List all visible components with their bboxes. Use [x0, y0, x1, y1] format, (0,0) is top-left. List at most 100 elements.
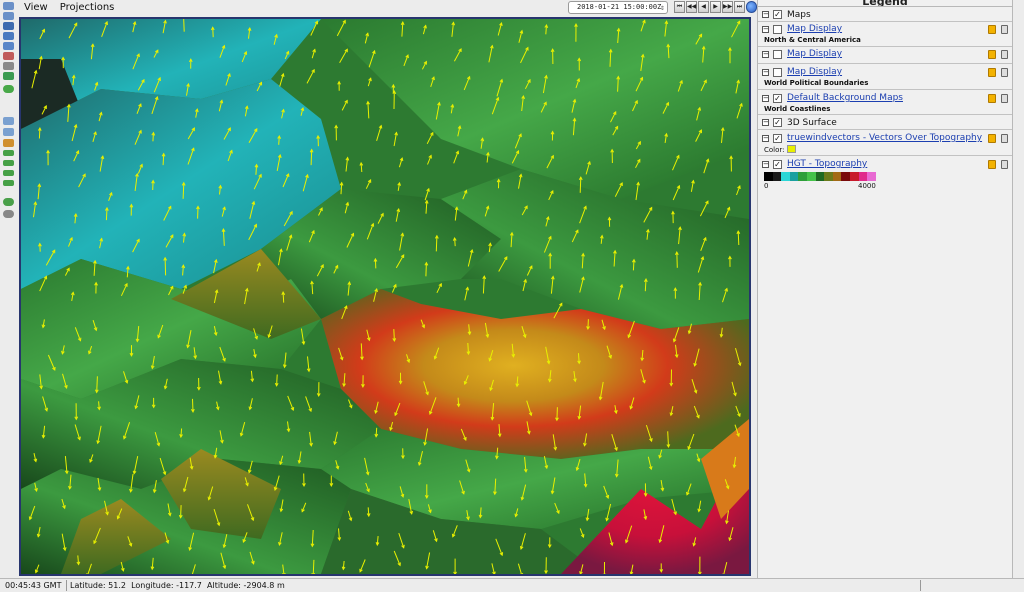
arrow-up-icon[interactable] [3, 150, 14, 156]
latitude-label: Latitude: [70, 581, 106, 590]
group-maps-label: Maps [787, 10, 811, 20]
menu-view[interactable]: View [18, 0, 54, 16]
reset-icon[interactable] [3, 117, 14, 125]
collapse-icon[interactable]: − [762, 69, 769, 76]
undo-icon[interactable] [3, 128, 14, 136]
refresh-icon[interactable] [3, 85, 14, 93]
last-frame-button[interactable]: ⏭ [734, 1, 745, 13]
home-icon[interactable] [3, 32, 14, 40]
trash-icon[interactable] [1001, 50, 1008, 59]
layer-name-link[interactable]: Map Display [787, 24, 842, 34]
wind-vector-arrow [676, 252, 678, 268]
layer-sublabel: World Coastlines [764, 105, 831, 113]
arrow-right-icon[interactable] [3, 160, 14, 166]
layer-name-link[interactable]: HGT - Topography [787, 159, 867, 169]
status-bar: 00:45:43 GMT Latitude: 51.2 Longitude: -… [0, 578, 1024, 592]
layer-name-link[interactable]: truewindvectors - Vectors Over Topograph… [787, 133, 982, 143]
lock-icon[interactable] [988, 50, 996, 59]
wind-vector-arrow [617, 76, 619, 92]
wind-vector-arrow [192, 398, 194, 412]
lock-icon[interactable] [988, 25, 996, 34]
altitude-value: -2904.8 m [243, 581, 285, 590]
wind-vector-arrow [164, 257, 167, 276]
legend-divider [758, 6, 1012, 7]
step-back-fast-button[interactable]: ◀◀ [686, 1, 697, 13]
play-button[interactable]: ▶ [710, 1, 721, 13]
collapse-icon[interactable]: − [762, 135, 769, 142]
legend-divider [758, 129, 1012, 130]
layer-checkbox[interactable]: ✓ [773, 160, 782, 169]
home-view-icon[interactable] [3, 139, 14, 147]
collapse-icon[interactable]: − [762, 119, 769, 126]
longitude-label: Longitude: [131, 581, 174, 590]
lock-icon[interactable] [988, 134, 996, 143]
idv-main-window: View Projections 2018-01-21 15:00:00Z ⇕ … [0, 0, 1024, 592]
layer-color-label: Color: [764, 146, 785, 154]
trash-icon[interactable] [1001, 134, 1008, 143]
collapse-icon[interactable]: − [762, 51, 769, 58]
collapse-icon[interactable]: − [762, 161, 769, 168]
step-back-button[interactable]: ◀ [698, 1, 709, 13]
zoom-out-icon[interactable] [3, 12, 14, 20]
animation-properties-icon[interactable] [746, 1, 757, 13]
menu-projections[interactable]: Projections [54, 0, 121, 16]
legend-divider [758, 155, 1012, 156]
group-3d-checkbox[interactable]: ✓ [773, 118, 782, 127]
topography-surface [21, 19, 749, 574]
wind-vector-arrow [182, 182, 185, 199]
layer-name-link[interactable]: Map Display [787, 49, 842, 59]
topography-colorbar [764, 172, 876, 181]
trash-icon[interactable] [1001, 160, 1008, 169]
layer-checkbox[interactable] [773, 50, 782, 59]
colorbar-segment [789, 172, 799, 181]
3d-display-canvas[interactable] [19, 17, 751, 576]
altitude-label: Altitude: [207, 581, 241, 590]
layer-checkbox[interactable] [773, 25, 782, 34]
lock-icon[interactable] [988, 94, 996, 103]
globe-icon[interactable] [3, 72, 14, 80]
wind-vector-arrow [310, 149, 313, 166]
arrow-down-icon[interactable] [3, 170, 14, 176]
group-maps-checkbox[interactable]: ✓ [773, 10, 782, 19]
arrow-left-icon[interactable] [3, 180, 14, 186]
left-toolbar [0, 0, 18, 578]
layer-checkbox[interactable]: ✓ [773, 134, 782, 143]
first-frame-button[interactable]: ⏮ [674, 1, 685, 13]
lock-icon[interactable] [988, 160, 996, 169]
collapse-icon[interactable]: − [762, 26, 769, 33]
trash-icon[interactable] [1001, 25, 1008, 34]
colorbar-min-label: 0 [764, 182, 769, 190]
lasso-icon[interactable] [3, 210, 14, 218]
status-location: Latitude: 51.2 Longitude: -117.7 Altitud… [70, 579, 285, 592]
wind-vector-arrow [105, 207, 108, 221]
zoom-in-icon[interactable] [3, 2, 14, 10]
print-icon[interactable] [3, 42, 14, 50]
colorbar-segment [781, 172, 790, 181]
status-divider [66, 580, 67, 591]
capture-icon[interactable] [3, 52, 14, 60]
colorbar-segment [798, 172, 808, 181]
collapse-icon[interactable]: − [762, 95, 769, 102]
layer-checkbox[interactable]: ✓ [773, 94, 782, 103]
collapse-icon[interactable]: − [762, 11, 769, 18]
grid-icon[interactable] [3, 62, 14, 70]
layer-checkbox[interactable] [773, 68, 782, 77]
animation-time-selector[interactable]: 2018-01-21 15:00:00Z ⇕ [568, 1, 668, 14]
lock-icon[interactable] [988, 68, 996, 77]
vector-color-swatch[interactable] [787, 145, 796, 153]
legend-divider [758, 63, 1012, 64]
layer-name-link[interactable]: Map Display [787, 67, 842, 77]
animation-controls: ⏮ ◀◀ ◀ ▶ ▶▶ ⏭ [674, 1, 757, 13]
wind-vector-arrow [393, 329, 395, 342]
animation-time-value: 2018-01-21 15:00:00Z [577, 3, 662, 11]
latitude-value: 51.2 [108, 581, 126, 590]
rotate-icon[interactable] [3, 22, 14, 30]
magnet-icon[interactable] [3, 198, 14, 206]
layer-name-link[interactable]: Default Background Maps [787, 93, 903, 103]
trash-icon[interactable] [1001, 68, 1008, 77]
step-forward-button[interactable]: ▶▶ [722, 1, 733, 13]
colorbar-segment [841, 172, 851, 181]
chevron-updown-icon[interactable]: ⇕ [660, 2, 665, 13]
trash-icon[interactable] [1001, 94, 1008, 103]
layer-sublabel: North & Central America [764, 36, 861, 44]
